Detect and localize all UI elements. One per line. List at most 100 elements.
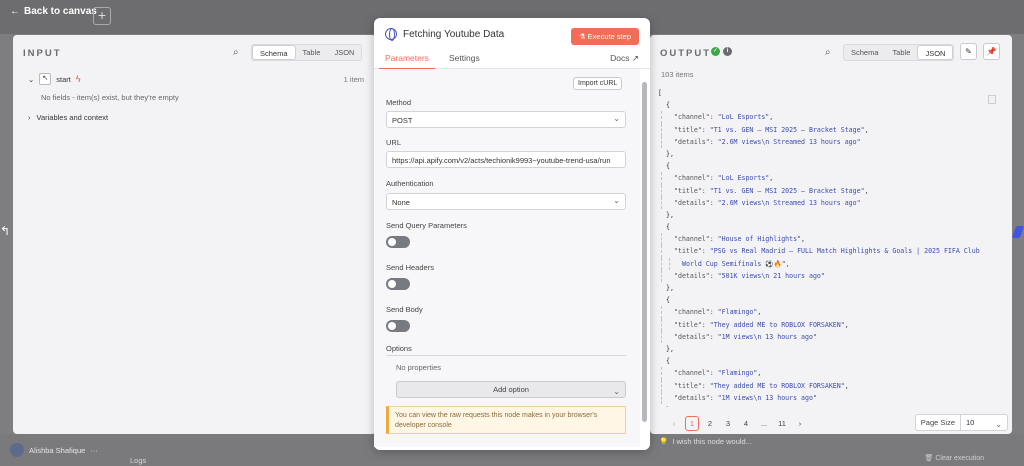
add-node-button[interactable]: + (93, 7, 111, 25)
json-key: "channel": (674, 113, 718, 122)
json-value: "1M views\n 13 hours ago" (717, 332, 817, 341)
edit-edge-icon[interactable] (1011, 226, 1024, 238)
output-status: ✓ i (711, 47, 732, 56)
back-to-canvas-button[interactable]: ← Back to canvas (10, 6, 97, 17)
tab-settings[interactable]: Settings (449, 53, 480, 63)
lightbulb-icon: 💡 (659, 437, 669, 446)
send-query-toggle[interactable] (386, 236, 410, 248)
json-line-text: "title": "T1 vs. GEN – MSI 2025 – Bracke… (674, 186, 869, 195)
clear-execution-button[interactable]: 🗑 Clear execution (925, 454, 984, 462)
send-headers-toggle[interactable] (386, 278, 410, 290)
json-line-text: }, (666, 406, 674, 407)
output-table-tab[interactable]: Table (886, 45, 918, 60)
json-viewer[interactable]: [{"channel": "LoL Esports", "title": "T1 … (658, 87, 1000, 407)
method-label: Method (386, 98, 412, 107)
globe-icon (385, 28, 397, 41)
execute-step-button[interactable]: ⚗ Execute step (570, 28, 639, 45)
docs-link[interactable]: Docs ↗ (610, 53, 639, 64)
user-menu[interactable]: Alishba Shafique ··· (10, 443, 98, 457)
input-json-tab[interactable]: JSON (327, 45, 361, 60)
json-value: "2.6M views\n Streamed 13 hours ago" (717, 137, 861, 146)
json-line: "details": "1M views\n 13 hours ago" (658, 391, 1000, 404)
json-key: "channel": (674, 369, 718, 378)
search-icon[interactable]: ⌕ (825, 47, 831, 58)
json-value: "They added ME to ROBLOX FORSAKEN" (709, 320, 845, 329)
pin-icon[interactable]: 📌 (983, 43, 1000, 60)
chevron-down-icon[interactable]: ⌄ (28, 75, 34, 84)
tab-parameters[interactable]: Parameters (379, 53, 435, 70)
chevron-down-icon: ⌄ (613, 114, 620, 123)
no-fields-message: No fields - item(s) exist, but they're e… (41, 93, 179, 102)
add-option-select[interactable]: Add option ⌄ (396, 381, 626, 398)
json-key: "details": (674, 393, 718, 402)
json-line-text: "channel": "House of Highlights", (674, 235, 806, 244)
node-tabs: Parameters Settings (374, 49, 650, 70)
logs-label[interactable]: Logs (130, 456, 146, 465)
json-line: }, (658, 148, 1000, 160)
json-key: "title": (674, 186, 710, 195)
page-size-value[interactable]: 10 ⌄ (961, 415, 1007, 430)
info-icon[interactable]: i (723, 47, 732, 56)
json-line-text: "details": "501K views\n 21 hours ago" (674, 272, 825, 280)
more-icon[interactable]: ··· (90, 446, 98, 455)
page-size-select[interactable]: Page Size 10 ⌄ (914, 414, 1008, 431)
page-11-button[interactable]: 11 (775, 419, 789, 428)
json-line-text: { (666, 357, 670, 366)
json-key: "details": (674, 271, 718, 280)
start-node-row[interactable]: ⌄ ↖ start ϟ (28, 73, 81, 85)
json-key: "title": (674, 247, 710, 256)
variables-context-row[interactable]: › Variables and context (28, 113, 108, 122)
json-value: "1M views\n 13 hours ago" (717, 393, 817, 402)
json-line-text: "details": "2.6M views\n Streamed 13 hou… (674, 199, 861, 207)
bolt-icon: ϟ (75, 74, 81, 84)
authentication-value: None (392, 198, 410, 207)
json-value: "T1 vs. GEN – MSI 2025 – Bracket Stage" (709, 186, 865, 195)
docs-label: Docs (610, 53, 630, 63)
page-size-value-text: 10 (966, 418, 975, 427)
send-body-toggle[interactable] (386, 320, 410, 332)
variables-context-label: Variables and context (36, 113, 109, 122)
json-value: "T1 vs. GEN – MSI 2025 – Bracket Stage" (709, 125, 865, 134)
output-title: OUTPUT (660, 48, 712, 59)
json-line-text: "title": "T1 vs. GEN – MSI 2025 – Bracke… (674, 125, 869, 134)
json-line: "channel": "LoL Esports", (658, 111, 1000, 124)
feedback-link[interactable]: 💡 I wish this node would... (659, 437, 752, 446)
authentication-select[interactable]: None ⌄ (386, 193, 626, 210)
page-next-icon[interactable]: › (793, 419, 807, 428)
start-node-label: start (56, 74, 71, 84)
json-line: }, (658, 282, 1000, 294)
search-icon[interactable]: ⌕ (233, 47, 239, 58)
json-line-text: "title": "They added ME to ROBLOX FORSAK… (674, 381, 849, 390)
feedback-label: I wish this node would... (672, 437, 752, 446)
page-1-button[interactable]: 1 (685, 416, 699, 431)
input-table-tab[interactable]: Table (296, 45, 328, 60)
page-2-button[interactable]: 2 (703, 419, 717, 428)
json-line: "channel": "Flamingo", (658, 367, 1000, 380)
arrow-left-edge-icon[interactable]: ↰ (0, 224, 10, 238)
developer-console-notice: You can view the raw requests this node … (386, 406, 626, 434)
page-prev-icon[interactable]: ‹ (667, 419, 681, 428)
output-schema-tab[interactable]: Schema (844, 45, 886, 60)
page-3-button[interactable]: 3 (721, 419, 735, 428)
json-value: "LoL Esports" (717, 113, 770, 122)
json-line: "details": "1M views\n 13 hours ago" (658, 330, 1000, 343)
json-key: "title": (674, 320, 710, 329)
page-ellipsis[interactable]: ... (757, 419, 771, 428)
pencil-icon[interactable]: ✎ (960, 43, 977, 60)
method-select[interactable]: POST ⌄ (386, 111, 626, 128)
input-item-count: 1 item (343, 75, 364, 84)
pagination: ‹ 1 2 3 4 ... 11 › (667, 416, 807, 431)
json-line-text: { (666, 296, 670, 305)
import-curl-button[interactable]: Import cURL (573, 77, 623, 90)
send-body-label: Send Body (386, 305, 423, 314)
json-value: "They added ME to ROBLOX FORSAKEN" (709, 381, 845, 390)
url-label: URL (386, 138, 402, 147)
json-line: "title": "PSG vs Real Madrid – FULL Matc… (658, 245, 1000, 258)
json-line-text: "channel": "Flamingo", (674, 308, 762, 317)
url-input[interactable]: https://api.apify.com/v2/acts/techionik9… (386, 151, 626, 168)
output-json-tab[interactable]: JSON (917, 45, 954, 60)
node-title[interactable]: Fetching Youtube Data (403, 29, 504, 40)
scrollbar[interactable] (642, 82, 647, 422)
page-4-button[interactable]: 4 (739, 419, 753, 428)
input-schema-tab[interactable]: Schema (252, 45, 296, 60)
